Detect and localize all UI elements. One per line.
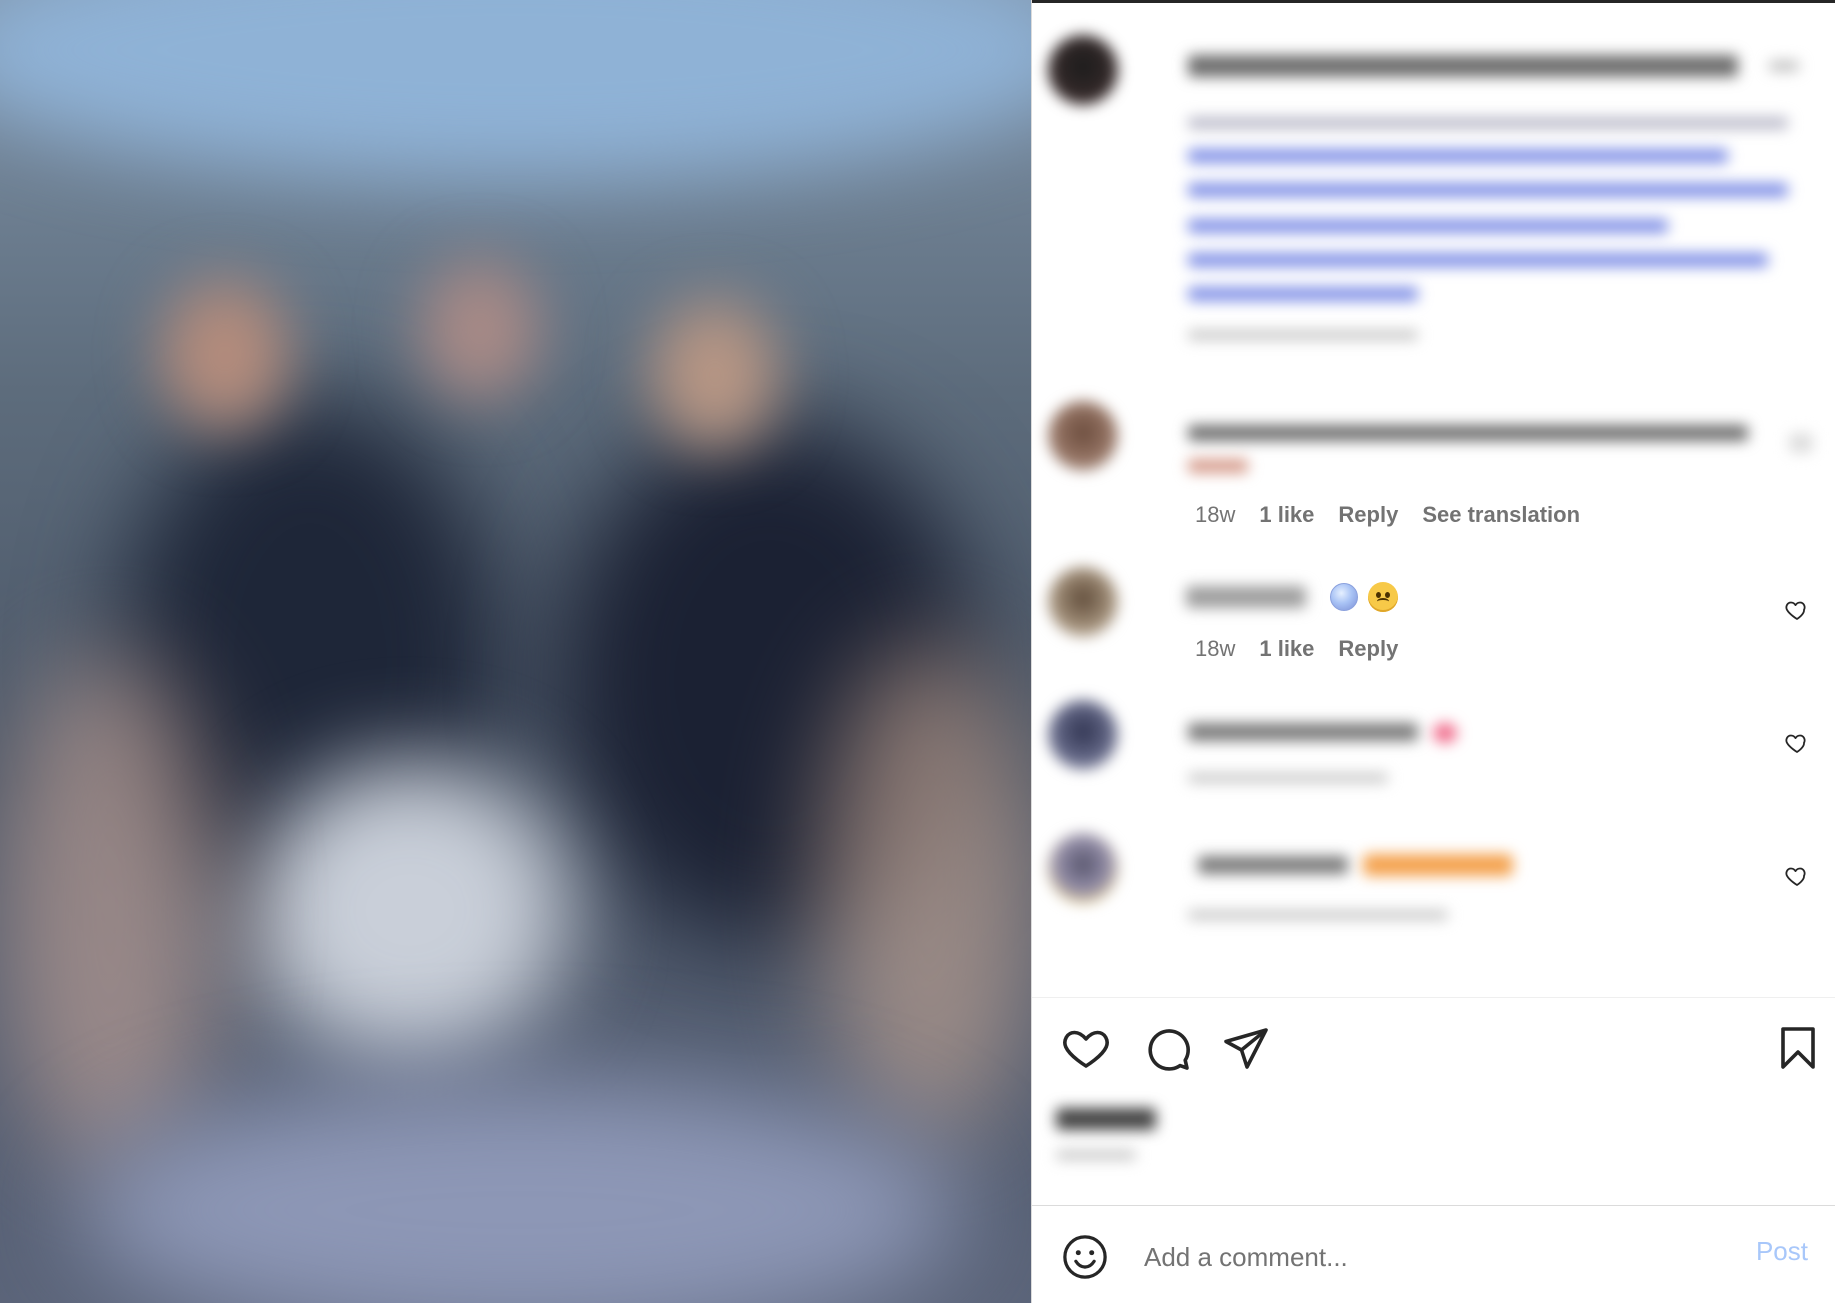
media-figure [0, 650, 220, 1170]
caption-text [1188, 117, 1788, 129]
woozy-face-emoji [1368, 582, 1398, 612]
commenter-username[interactable] [1188, 723, 1418, 741]
comment-meta [1188, 910, 1448, 920]
media-face [420, 260, 540, 400]
media-face [160, 280, 290, 430]
bookmark-icon[interactable] [1774, 1025, 1822, 1073]
caption-hashtags[interactable] [1188, 149, 1728, 163]
smiley-icon[interactable] [1062, 1234, 1108, 1280]
media-highlight [250, 760, 570, 1060]
reply-button[interactable]: Reply [1338, 502, 1398, 528]
comment-input[interactable] [1142, 1236, 1706, 1278]
post-date [1056, 1150, 1136, 1160]
commenter-username[interactable] [1198, 856, 1348, 874]
author-avatar[interactable] [1048, 35, 1118, 105]
commenter-avatar[interactable] [1048, 401, 1118, 471]
heart-icon[interactable] [1062, 1025, 1110, 1073]
comment-text [1188, 425, 1748, 441]
globe-emoji [1330, 583, 1358, 611]
heart-icon[interactable] [1785, 864, 1809, 888]
caption-hashtags[interactable] [1188, 253, 1768, 267]
comment-like-icon[interactable] [1789, 433, 1813, 453]
caption-block [1048, 25, 1819, 365]
comment-composer: Post [1032, 1205, 1835, 1304]
post-media[interactable] [0, 0, 1031, 1303]
comment-text [1363, 854, 1513, 876]
author-username[interactable] [1188, 55, 1738, 77]
heart-icon[interactable] [1785, 731, 1809, 755]
comment-text [1433, 723, 1457, 743]
caption-meta [1188, 330, 1418, 340]
media-ground [80, 1080, 960, 1303]
post-comment-button[interactable]: Post [1756, 1236, 1808, 1267]
caption-hashtags[interactable] [1188, 287, 1418, 301]
see-translation-link[interactable]: See translation [1422, 502, 1580, 528]
comment-meta: 18w 1 like Reply See translation [1195, 502, 1580, 528]
commenter-avatar[interactable] [1048, 567, 1118, 637]
top-border [1032, 0, 1835, 3]
commenter-username[interactable] [1186, 586, 1306, 608]
post-side-panel: 18w 1 like Reply See translation 18w 1 l… [1031, 0, 1835, 1303]
comment-item: 18w 1 like Reply [1048, 562, 1819, 682]
comment-item [1048, 828, 1819, 948]
comment-text [1188, 459, 1248, 473]
comment-bubble-icon[interactable] [1144, 1025, 1192, 1073]
comment-meta: 18w 1 like Reply [1195, 636, 1398, 662]
media-figure [820, 640, 1031, 1140]
more-options-icon[interactable] [1769, 61, 1799, 71]
comment-time: 18w [1195, 502, 1236, 527]
comment-time: 18w [1195, 636, 1236, 661]
comment-meta [1188, 773, 1388, 783]
commenter-avatar[interactable] [1048, 833, 1118, 903]
caption-hashtags[interactable] [1188, 219, 1668, 233]
comment-likes[interactable]: 1 like [1259, 636, 1314, 662]
comment-text [1330, 582, 1398, 614]
post-actions [1062, 1025, 1822, 1073]
caption-hashtags[interactable] [1188, 183, 1788, 197]
media-sky [0, 0, 1031, 180]
comment-item [1048, 695, 1819, 815]
media-face [650, 300, 780, 450]
actions-divider [1032, 997, 1835, 998]
paper-plane-icon[interactable] [1222, 1025, 1270, 1073]
reply-button[interactable]: Reply [1338, 636, 1398, 662]
comment-likes[interactable]: 1 like [1259, 502, 1314, 528]
commenter-avatar[interactable] [1048, 700, 1118, 770]
comment-item: 18w 1 like Reply See translation [1048, 395, 1819, 535]
heart-icon[interactable] [1785, 598, 1809, 622]
likes-count[interactable] [1056, 1108, 1156, 1130]
